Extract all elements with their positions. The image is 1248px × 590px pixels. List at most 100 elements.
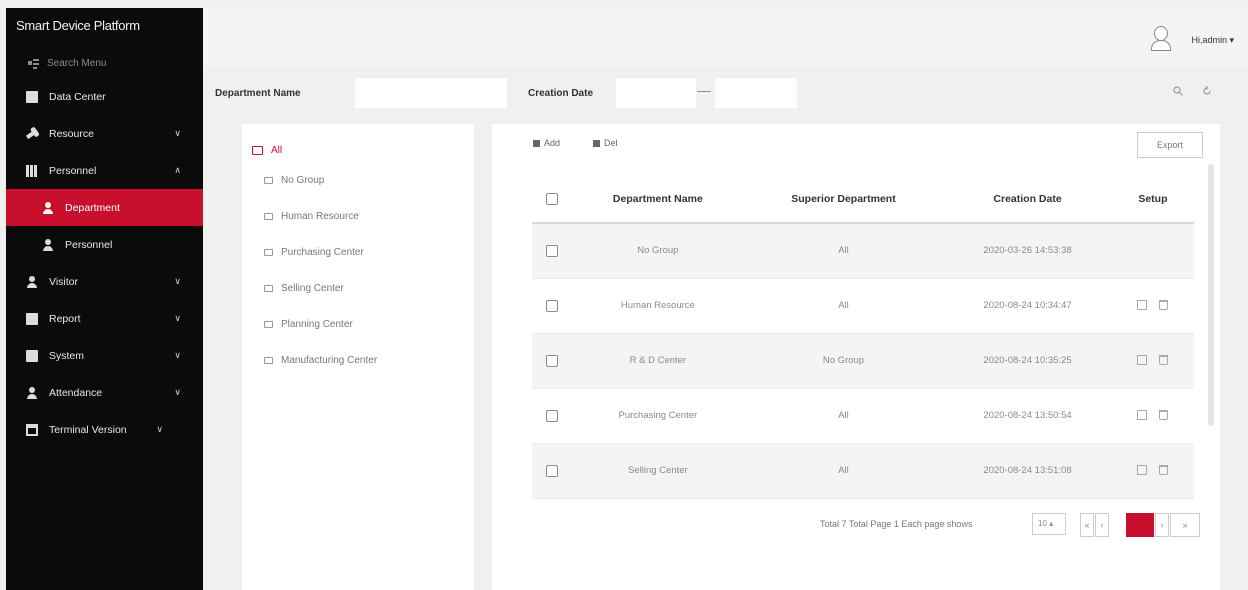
last-page-button[interactable]: » xyxy=(1170,513,1200,537)
prev-page-button[interactable]: ‹ xyxy=(1095,513,1109,537)
search-menu-icon xyxy=(28,58,39,69)
tree-item-all[interactable]: All xyxy=(252,140,282,160)
folder-icon xyxy=(264,284,273,292)
nav-system[interactable]: System ∨ xyxy=(6,337,203,374)
chevron-down-icon: ∨ xyxy=(174,128,181,138)
edit-icon[interactable] xyxy=(1137,410,1148,421)
delete-icon[interactable] xyxy=(1159,410,1169,421)
tree-item[interactable]: No Group xyxy=(264,170,324,190)
superior-department-cell: All xyxy=(743,443,944,499)
superior-department-cell: All xyxy=(743,278,944,334)
user-menu[interactable]: Hi,admin ▾ xyxy=(1191,35,1234,46)
superior-department-cell: All xyxy=(743,388,944,444)
row-select-cell xyxy=(532,223,572,279)
chevron-left-icon: ‹ xyxy=(1100,520,1104,530)
chevron-double-right-icon: » xyxy=(1182,520,1188,530)
chevron-right-icon: › xyxy=(1160,520,1164,530)
table-row[interactable]: No Group All 2020-03-26 14:53:38 xyxy=(532,223,1194,279)
column-header[interactable]: Department Name xyxy=(572,176,744,224)
creation-date-cell: 2020-03-26 14:53:38 xyxy=(943,223,1112,279)
nav-resource[interactable]: Resource ∨ xyxy=(6,115,203,152)
tree-item[interactable]: Manufacturing Center xyxy=(264,350,377,370)
page-size-value: 10 xyxy=(1038,519,1047,528)
department-icon xyxy=(42,201,54,214)
main-panel: Add Del Export Department Name Superior … xyxy=(492,124,1220,590)
chevron-down-icon: ∨ xyxy=(174,387,181,397)
add-icon xyxy=(533,139,540,147)
edit-icon[interactable] xyxy=(1137,300,1148,311)
nav-attendance[interactable]: Attendance ∨ xyxy=(6,374,203,411)
creation-date-cell: 2020-08-24 13:51:08 xyxy=(943,443,1112,499)
tree-label: Planning Center xyxy=(281,318,353,330)
nav-report[interactable]: Report ∨ xyxy=(6,300,203,337)
department-table: Department Name Superior Department Crea… xyxy=(532,176,1194,499)
menu-search[interactable]: Search Menu xyxy=(6,48,203,78)
edit-icon[interactable] xyxy=(1137,465,1148,476)
calendar-icon xyxy=(26,423,38,436)
setup-cell xyxy=(1111,388,1194,444)
delete-icon[interactable] xyxy=(1159,355,1169,366)
table-scrollbar[interactable] xyxy=(1208,164,1214,426)
column-header[interactable]: Creation Date xyxy=(943,176,1112,224)
nav-visitor[interactable]: Visitor ∨ xyxy=(6,263,203,300)
tree-item[interactable]: Purchasing Center xyxy=(264,242,364,262)
folder-icon xyxy=(264,176,273,184)
nav-personnel-group[interactable]: Personnel ∧ xyxy=(6,152,203,189)
select-all-cell xyxy=(532,176,572,224)
date-end-input[interactable] xyxy=(715,78,797,108)
row-checkbox[interactable] xyxy=(546,464,558,477)
user-label: Hi,admin xyxy=(1191,35,1227,45)
edit-icon[interactable] xyxy=(1137,355,1148,366)
delete-button[interactable]: Del xyxy=(593,138,618,148)
first-page-button[interactable]: « xyxy=(1080,513,1094,537)
date-start-input[interactable] xyxy=(616,78,696,108)
refresh-icon[interactable] xyxy=(1202,85,1212,99)
superior-department-cell: All xyxy=(743,223,944,279)
export-button[interactable]: Export xyxy=(1137,132,1203,158)
department-name-cell: No Group xyxy=(572,223,744,279)
row-checkbox[interactable] xyxy=(546,354,558,367)
page-1-button[interactable] xyxy=(1126,513,1154,537)
select-all-checkbox[interactable] xyxy=(546,193,558,206)
creation-date-cell: 2020-08-24 10:35:25 xyxy=(943,333,1112,389)
nav-label: Data Center xyxy=(49,90,106,103)
row-select-cell xyxy=(532,278,572,334)
nav-label: Visitor xyxy=(49,275,78,288)
tree-label: All xyxy=(271,144,283,156)
column-header[interactable]: Superior Department xyxy=(743,176,944,224)
delete-icon[interactable] xyxy=(1159,465,1169,476)
table-row[interactable]: Purchasing Center All 2020-08-24 13:50:5… xyxy=(532,388,1194,444)
table-header-row: Department Name Superior Department Crea… xyxy=(532,176,1194,224)
nav-personnel[interactable]: Personnel xyxy=(6,226,203,263)
trash-icon xyxy=(593,139,600,147)
page-size-select[interactable]: 10 ▴ xyxy=(1032,513,1066,535)
nav-department[interactable]: Department xyxy=(6,189,203,226)
tree-item[interactable]: Planning Center xyxy=(264,314,353,334)
delete-icon[interactable] xyxy=(1159,300,1169,311)
nav-label: Terminal Version xyxy=(49,423,127,436)
nav-label: Attendance xyxy=(49,386,103,399)
table-row[interactable]: Selling Center All 2020-08-24 13:51:08 xyxy=(532,443,1194,499)
setup-cell xyxy=(1111,223,1194,279)
tree-item[interactable]: Selling Center xyxy=(264,278,344,298)
caret-down-icon: ▾ xyxy=(1226,35,1234,45)
row-checkbox[interactable] xyxy=(546,244,558,257)
row-checkbox[interactable] xyxy=(546,299,558,312)
row-checkbox[interactable] xyxy=(546,409,558,422)
department-name-input[interactable] xyxy=(355,78,507,108)
table-row[interactable]: R & D Center No Group 2020-08-24 10:35:2… xyxy=(532,333,1194,389)
setup-cell xyxy=(1111,278,1194,334)
next-page-button[interactable]: › xyxy=(1155,513,1169,537)
add-button[interactable]: Add xyxy=(533,138,560,148)
department-name-cell: Selling Center xyxy=(572,443,744,499)
tree-item[interactable]: Human Resource xyxy=(264,206,359,226)
avatar-icon[interactable] xyxy=(1150,26,1171,51)
folder-icon xyxy=(264,320,273,328)
nav-data-center[interactable]: Data Center xyxy=(6,78,203,115)
delete-label: Del xyxy=(604,138,618,148)
search-icon[interactable] xyxy=(1173,86,1183,99)
nav-terminal-version[interactable]: Terminal Version ∨ xyxy=(6,411,203,448)
table-row[interactable]: Human Resource All 2020-08-24 10:34:47 xyxy=(532,278,1194,334)
setup-cell xyxy=(1111,333,1194,389)
sidebar: Smart Device Platform Search Menu Data C… xyxy=(6,8,203,590)
